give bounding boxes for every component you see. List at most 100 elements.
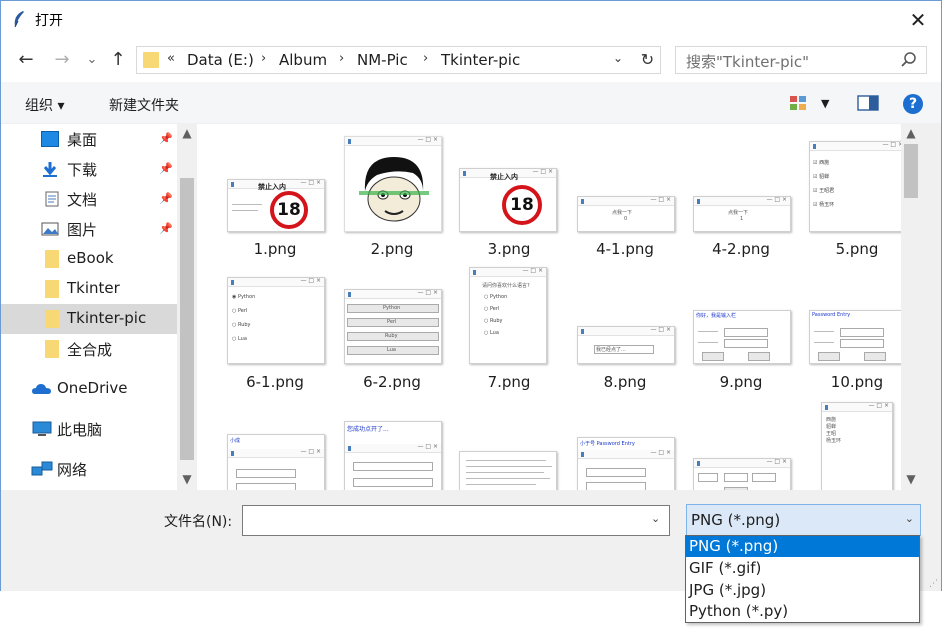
scrollbar-thumb[interactable] <box>180 178 194 460</box>
sidebar-item-downloads[interactable]: 下载 📌 <box>1 154 177 184</box>
pin-icon[interactable]: 📌 <box>159 132 173 145</box>
preview-pane-icon[interactable] <box>857 94 879 112</box>
recent-locations-button[interactable]: ⌄ <box>83 47 101 73</box>
thumbnail-image[interactable]: 你好，我是输入栏 <box>693 310 791 364</box>
thumbnail-image[interactable]: 我已经点了... <box>577 326 675 364</box>
file-list-scrollbar[interactable]: ▲ ▼ <box>901 124 921 490</box>
thumbnail-image[interactable]: 禁止入内 18 <box>227 179 325 232</box>
thumb-text: 18 <box>277 200 301 220</box>
chevron-up-icon[interactable]: ▲ <box>177 126 197 140</box>
file-name[interactable]: 4-1.png <box>567 240 683 258</box>
close-button[interactable]: ✕ <box>903 7 933 33</box>
pin-icon[interactable]: 📌 <box>159 192 173 205</box>
file-name[interactable]: 4-2.png <box>683 240 799 258</box>
breadcrumb-drive[interactable]: Data (E:) <box>187 51 254 69</box>
breadcrumb-overflow[interactable]: « <box>167 51 175 66</box>
help-icon[interactable]: ? <box>903 94 923 114</box>
thumbnail-image[interactable]: ☑ 西施 ☑ 貂蝉 ☑ 王昭君 ☑ 杨玉环 <box>809 141 907 232</box>
pin-icon[interactable]: 📌 <box>159 162 173 175</box>
chevron-down-icon[interactable]: ▼ <box>901 472 921 486</box>
sidebar-item-desktop[interactable]: 桌面 📌 <box>1 124 177 154</box>
sidebar-item-label: 此电脑 <box>57 421 103 439</box>
organize-button[interactable]: 组织 ▾ <box>25 95 64 115</box>
search-box[interactable]: 搜索"Tkinter-pic" <box>675 46 927 74</box>
thumbnail-image[interactable] <box>459 451 557 490</box>
thumbnail-image[interactable]: Password Entry <box>809 310 907 364</box>
filetype-option-gif[interactable]: GIF (*.gif) <box>686 558 919 579</box>
breadcrumb-nm-pic[interactable]: NM-Pic <box>357 51 408 69</box>
breadcrumb-tkinter-pic[interactable]: Tkinter-pic <box>441 51 520 69</box>
thumbnail-image[interactable] <box>693 458 791 490</box>
resize-grip[interactable]: ⋰ <box>929 579 938 589</box>
file-name[interactable]: 2.png <box>334 240 450 258</box>
filetype-option-jpg[interactable]: JPG (*.jpg) <box>686 580 919 601</box>
sidebar-item-label: 桌面 <box>67 131 98 149</box>
sidebar-item-ebook[interactable]: eBook <box>1 244 177 274</box>
filetype-option-png[interactable]: PNG (*.png) <box>686 536 919 557</box>
breadcrumb-album[interactable]: Album <box>279 51 327 69</box>
thumb-text: 请问你喜欢什么语言? <box>482 283 530 289</box>
thumb-text: Perl <box>237 308 248 314</box>
file-name[interactable]: 6-2.png <box>334 373 450 391</box>
file-name[interactable]: 3.png <box>451 240 567 258</box>
thumbnail-image[interactable]: 西施 貂蝉 王昭 杨玉环 <box>821 402 893 490</box>
thumb-text: Perl <box>387 319 397 325</box>
sidebar-item-label: Tkinter <box>67 279 120 297</box>
pin-icon[interactable]: 📌 <box>159 222 173 235</box>
sidebar-item-onedrive[interactable]: OneDrive <box>1 374 177 404</box>
file-name[interactable]: 7.png <box>451 373 567 391</box>
sidebar-item-this-pc[interactable]: 此电脑 <box>1 414 177 444</box>
filetype-select[interactable]: PNG (*.png) ⌄ <box>686 504 921 536</box>
thumbnail-image[interactable]: 点我一下 1 <box>693 196 791 232</box>
thumbnail-image[interactable] <box>344 136 442 232</box>
thumbnail-image[interactable]: 您成功点开了... <box>344 421 442 490</box>
sidebar-item-quanhecheng[interactable]: 全合成 <box>1 334 177 364</box>
thumb-text: 小成 <box>230 438 241 444</box>
sidebar-item-documents[interactable]: 文档 📌 <box>1 184 177 214</box>
sidebar-item-label: OneDrive <box>57 379 128 397</box>
thumb-text: Ruby <box>237 322 251 328</box>
thumbnail-image[interactable]: 禁止入内 18 <box>459 168 557 232</box>
file-name[interactable]: 1.png <box>217 240 333 258</box>
chevron-down-icon[interactable]: ⌄ <box>613 51 623 65</box>
computer-icon <box>32 421 52 436</box>
thumbnail-image[interactable]: 点我一下 0 <box>577 196 675 232</box>
new-folder-button[interactable]: 新建文件夹 <box>109 95 179 115</box>
thumbnail-image[interactable]: 小成 <box>227 434 325 490</box>
file-name[interactable]: 5.png <box>799 240 915 258</box>
up-button[interactable]: ↑ <box>105 47 131 73</box>
document-icon <box>45 191 59 207</box>
file-name[interactable]: 6-1.png <box>217 373 333 391</box>
scrollbar-thumb[interactable] <box>904 144 918 198</box>
thumb-text: 禁止入内 <box>490 173 518 181</box>
download-icon <box>43 162 57 177</box>
chevron-down-icon[interactable]: ▼ <box>821 97 829 110</box>
file-list-view: 禁止入内 18 1.png 2.png 禁止入内 18 3.png <box>197 124 921 490</box>
thumb-text: 貂蝉 <box>826 424 837 430</box>
open-file-dialog: 打开 ✕ ← → ⌄ ↑ « Data (E:) › Album › NM-Pi… <box>0 0 942 591</box>
file-name[interactable]: 9.png <box>683 373 799 391</box>
filetype-option-py[interactable]: Python (*.py) <box>686 601 919 622</box>
view-options-icon[interactable] <box>789 94 807 112</box>
search-icon <box>901 52 916 67</box>
address-bar[interactable]: « Data (E:) › Album › NM-Pic › Tkinter-p… <box>136 46 661 74</box>
sidebar-item-pictures[interactable]: 图片 📌 <box>1 214 177 244</box>
file-name[interactable]: 8.png <box>567 373 683 391</box>
sidebar-item-tkinter[interactable]: Tkinter <box>1 274 177 304</box>
refresh-button[interactable]: ↻ <box>635 46 661 74</box>
thumbnail-image[interactable]: ◉ Python ○ Perl ○ Ruby ○ Lua <box>227 277 325 364</box>
thumbnail-image[interactable]: 请问你喜欢什么语言? ○ Python ○ Perl ○ Ruby ○ Lua <box>469 267 547 364</box>
filename-field[interactable] <box>242 505 670 536</box>
file-name[interactable]: 10.png <box>799 373 915 391</box>
chevron-down-icon[interactable]: ⌄ <box>651 512 660 525</box>
folder-icon <box>45 280 59 298</box>
thumbnail-image[interactable]: Python Perl Ruby Lua <box>344 289 442 364</box>
chevron-down-icon[interactable]: ▼ <box>177 472 197 486</box>
sidebar-scrollbar[interactable]: ▲ ▼ <box>177 124 197 490</box>
sidebar-item-tkinter-pic[interactable]: Tkinter-pic <box>1 304 177 334</box>
thumbnail-image[interactable]: 小于号 Password Entry <box>577 437 675 490</box>
back-button[interactable]: ← <box>13 47 39 73</box>
sidebar-item-network[interactable]: 网络 <box>1 454 177 484</box>
forward-button[interactable]: → <box>49 47 75 73</box>
chevron-up-icon[interactable]: ▲ <box>901 126 921 140</box>
